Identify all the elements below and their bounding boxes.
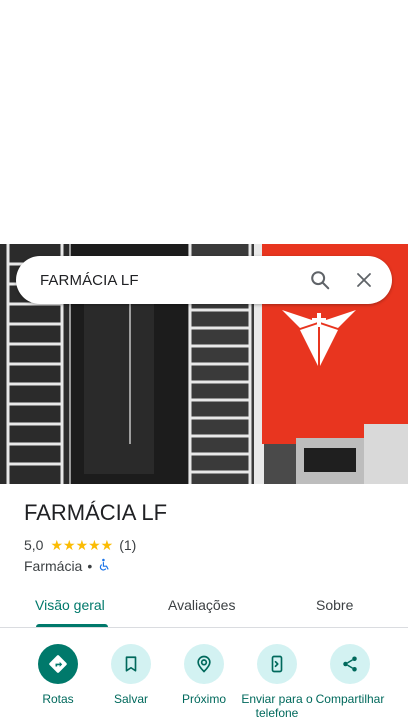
- review-count[interactable]: (1): [119, 537, 136, 553]
- share-label: Compartilhar: [315, 692, 385, 706]
- tab-reviews[interactable]: Avaliações: [168, 597, 235, 613]
- close-icon[interactable]: [348, 264, 380, 296]
- directions-label: Rotas: [42, 692, 74, 706]
- bookmark-icon: [111, 644, 151, 684]
- wheelchair-icon: [97, 558, 111, 575]
- send-to-phone-button[interactable]: Enviar para o telefone: [237, 640, 317, 720]
- send-to-phone-label: Enviar para o telefone: [241, 692, 313, 720]
- blank-area: [0, 0, 408, 244]
- directions-icon: [38, 644, 78, 684]
- star-rating: ★★★★★: [50, 536, 114, 553]
- nearby-button[interactable]: Próximo: [164, 640, 244, 706]
- tab-overview[interactable]: Visão geral: [35, 597, 105, 613]
- nearby-icon: [184, 644, 224, 684]
- save-button[interactable]: Salvar: [91, 640, 171, 706]
- directions-button[interactable]: Rotas: [18, 640, 98, 706]
- tab-indicator: [36, 624, 108, 627]
- send-to-phone-icon: [257, 644, 297, 684]
- tab-bar: Visão geral Avaliações Sobre: [0, 584, 408, 628]
- place-title: FARMÁCIA LF: [24, 500, 168, 525]
- search-bar[interactable]: FARMÁCIA LF: [16, 256, 392, 304]
- search-input[interactable]: FARMÁCIA LF: [40, 272, 292, 289]
- category-row: Farmácia •: [24, 557, 111, 575]
- action-bar: Rotas Salvar Próximo Enviar para o telef…: [0, 640, 408, 728]
- search-icon[interactable]: [304, 264, 336, 296]
- place-category: Farmácia: [24, 558, 83, 574]
- share-icon: [330, 644, 370, 684]
- rating-value: 5,0: [24, 537, 44, 553]
- nearby-label: Próximo: [181, 692, 226, 706]
- tab-about[interactable]: Sobre: [316, 597, 353, 613]
- save-label: Salvar: [113, 692, 148, 706]
- rating-row[interactable]: 5,0 ★★★★★ (1): [24, 536, 136, 554]
- separator-dot: •: [87, 558, 93, 574]
- share-button[interactable]: Compartilhar: [310, 640, 390, 706]
